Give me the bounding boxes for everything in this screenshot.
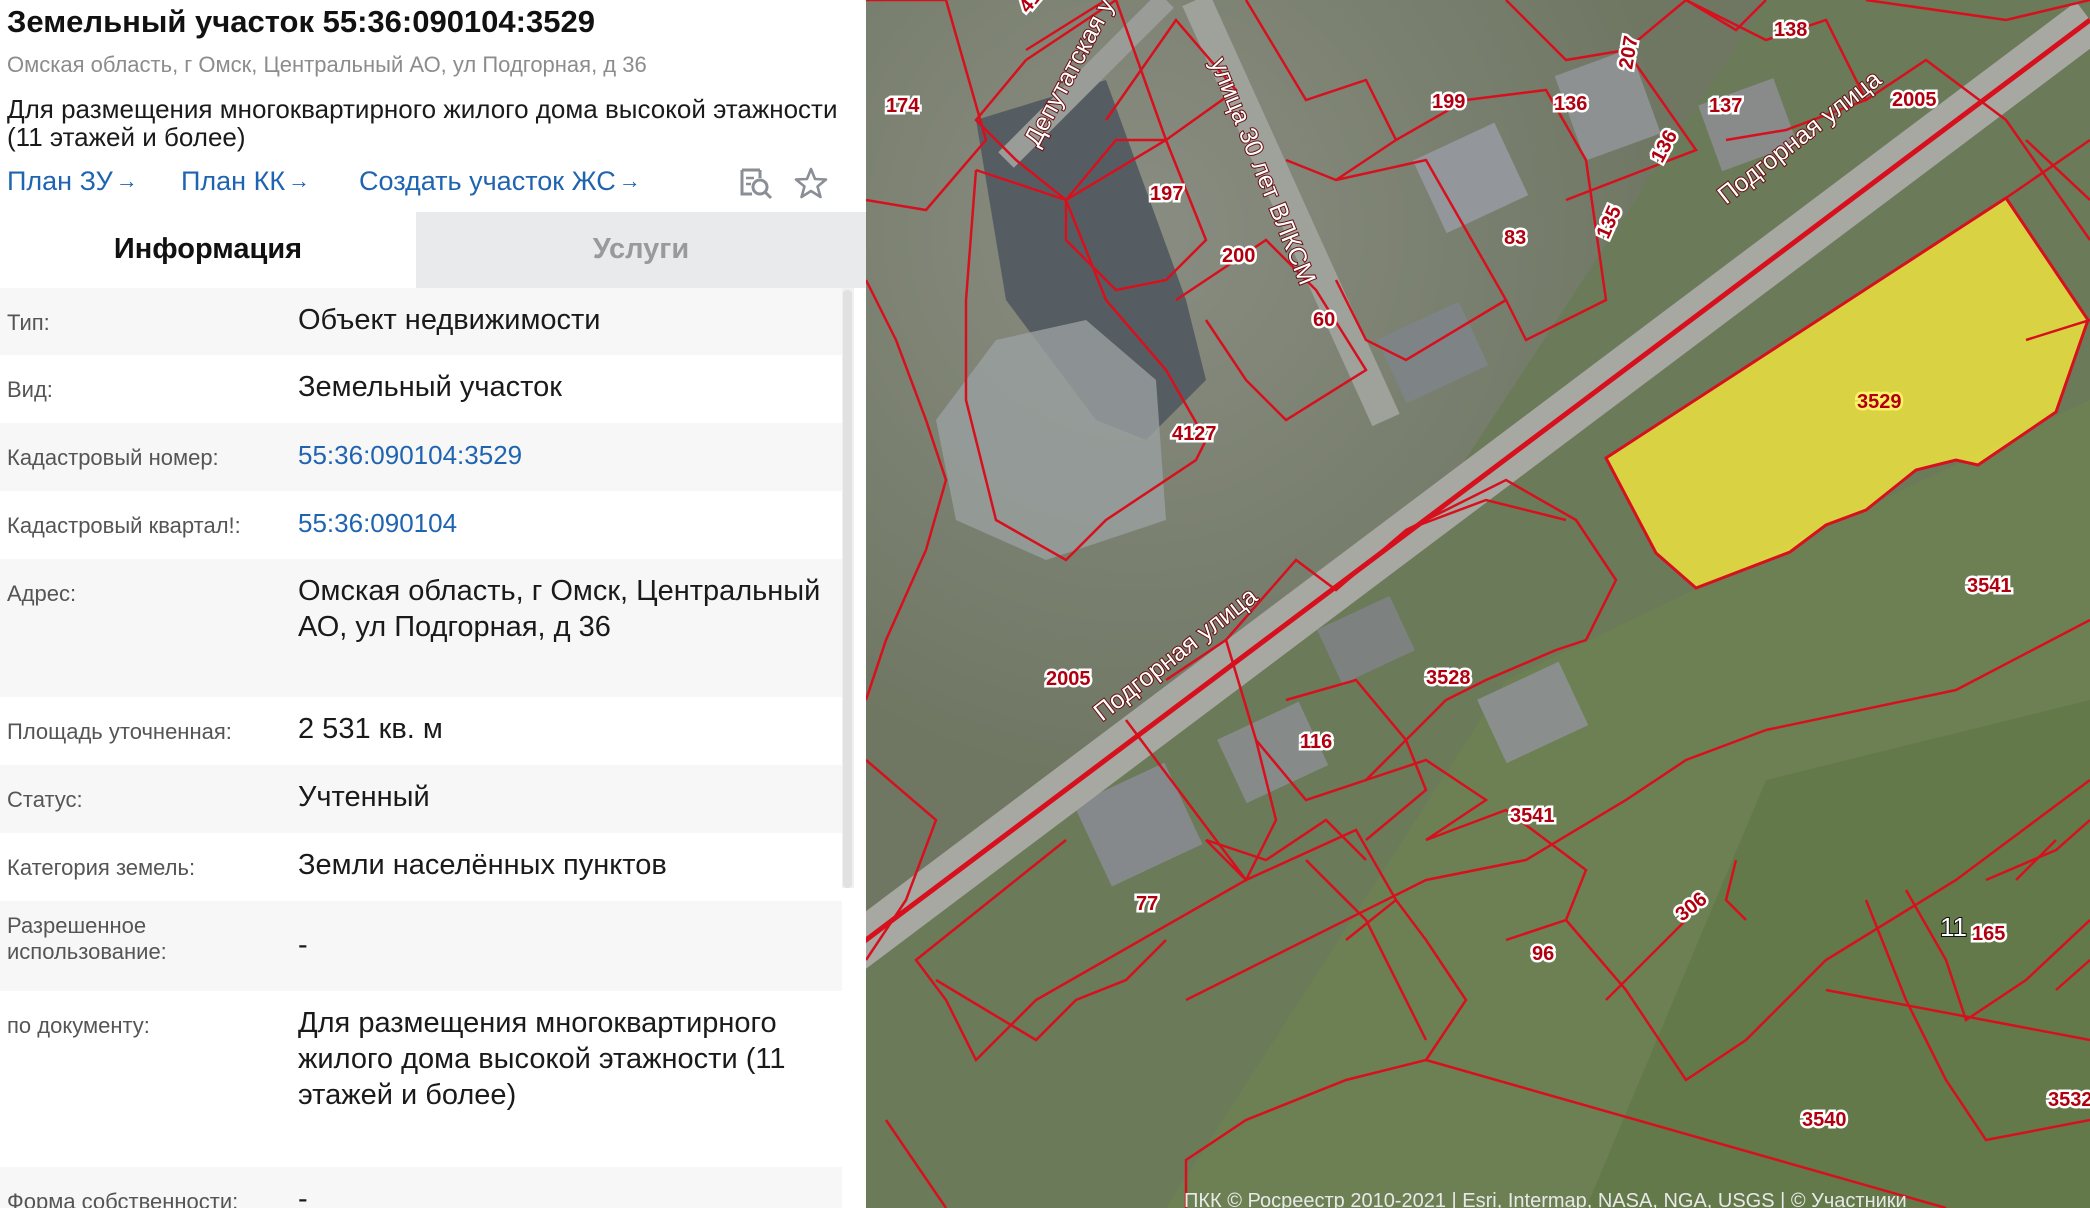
search-document-icon[interactable] [738,166,774,205]
page-title: Земельный участок 55:36:090104:3529 [7,4,595,39]
row-label: Разрешенное использование: [7,913,167,964]
cadastral-number-link[interactable]: 55:36:090104:3529 [298,437,834,473]
parcel-label-136a[interactable]: 136 [1552,91,1590,118]
row-value: Земли населённых пунктов [298,849,667,881]
plan-zu-label: План ЗУ [7,166,113,196]
table-row: Площадь уточненная: 2 531 кв. м [0,697,842,765]
parcel-label-200[interactable]: 200 [1220,243,1258,270]
table-row: Категория земель: Земли населённых пункт… [0,833,842,901]
cadastral-quarter-link[interactable]: 55:36:090104 [298,505,834,541]
parcel-label-138[interactable]: 138 [1772,17,1810,44]
parcel-label-3529[interactable]: 3529 [1855,389,1905,416]
tab-information[interactable]: Информация [0,212,416,288]
create-zs-label: Создать участок ЖС [359,166,616,196]
row-label: Кадастровый номер: [7,445,219,470]
row-label: Статус: [7,787,83,812]
parcel-label-199[interactable]: 199 [1430,89,1468,116]
parcel-label-96[interactable]: 96 [1530,941,1557,968]
row-value: Объект недвижимости [298,304,601,336]
table-row: Статус: Учтенный [0,765,842,833]
parcel-label-4127[interactable]: 4127 [1170,421,1220,448]
table-row: Кадастровый квартал!: 55:36:090104 [0,491,842,559]
parcel-label-3541b[interactable]: 3541 [1508,803,1558,830]
table-row: Кадастровый номер: 55:36:090104:3529 [0,423,842,491]
table-row: Вид: Земельный участок [0,355,842,423]
plan-zu-link[interactable]: План ЗУ → [7,166,138,197]
row-label: Площадь уточненная: [7,719,232,744]
plan-kk-link[interactable]: План КК → [181,166,310,197]
row-value: 2 531 кв. м [298,713,443,745]
parcel-label-3540[interactable]: 3540 [1800,1107,1850,1134]
row-label: Тип: [7,310,50,335]
row-label: Адрес: [7,581,77,606]
arrow-right-icon: → [115,168,138,193]
arrow-right-icon: → [618,168,641,193]
table-row: Разрешенное использование: - [0,901,842,991]
map-attribution: ПКК © Росреестр 2010-2021 | Esri, Interm… [1184,1190,1907,1208]
parcel-label-3541a[interactable]: 3541 [1965,573,2015,600]
table-row: Тип: Объект недвижимости [0,288,842,355]
arrow-right-icon: → [288,168,311,193]
parcel-label-197[interactable]: 197 [1148,181,1186,208]
row-label: Вид: [7,377,53,402]
parcel-label-2005b[interactable]: 2005 [1044,666,1094,693]
parcel-label-3528[interactable]: 3528 [1424,665,1474,692]
row-label: Форма собственности: [7,1189,239,1208]
row-label: Категория земель: [7,855,196,880]
building-number-11[interactable]: 11 [1939,911,1968,943]
row-label: по документу: [7,1013,150,1038]
parcel-label-165[interactable]: 165 [1970,921,2008,948]
map-canvas[interactable]: Депутатская у улица 30 лет ВЛКСМ Подгорн… [866,0,2090,1208]
row-value: Для размещения многоквартирного жилого д… [298,1007,786,1111]
row-label: Кадастровый квартал!: [7,513,241,538]
row-value: Омская область, г Омск, Центральный АО, … [298,575,821,643]
scrollbar-thumb[interactable] [843,290,852,888]
plan-kk-label: План КК [181,166,286,196]
plot-address-subtitle: Омская область, г Омск, Центральный АО, … [7,52,647,77]
table-row: Адрес: Омская область, г Омск, Центральн… [0,559,842,697]
row-value: Учтенный [298,781,430,813]
parcel-label-116[interactable]: 116 [1298,729,1335,756]
parcel-label-60[interactable]: 60 [1311,307,1338,334]
parcel-label-83[interactable]: 83 [1502,225,1529,252]
cadastral-map[interactable]: Депутатская у улица 30 лет ВЛКСМ Подгорн… [866,0,2090,1208]
parcel-label-137[interactable]: 137 [1707,93,1745,120]
parcel-label-174[interactable]: 174 [884,93,923,120]
row-value: Земельный участок [298,371,562,403]
parcel-label-3532[interactable]: 3532 [2046,1087,2090,1114]
table-row: Форма собственности: - [0,1167,842,1208]
row-value: - [298,1183,308,1208]
table-row: по документу: Для размещения многокварти… [0,991,842,1167]
create-zs-link[interactable]: Создать участок ЖС → [359,166,641,197]
tab-services[interactable]: Услуги [416,212,866,288]
row-value: - [298,929,308,961]
star-icon[interactable] [794,166,828,205]
info-panel: Земельный участок 55:36:090104:3529 Омск… [0,0,866,1208]
plot-purpose: Для размещения многоквартирного жилого д… [7,94,838,152]
tab-bar: Информация Услуги [0,212,866,288]
parcel-label-77[interactable]: 77 [1134,891,1161,918]
parcel-label-2005a[interactable]: 2005 [1890,87,1940,114]
